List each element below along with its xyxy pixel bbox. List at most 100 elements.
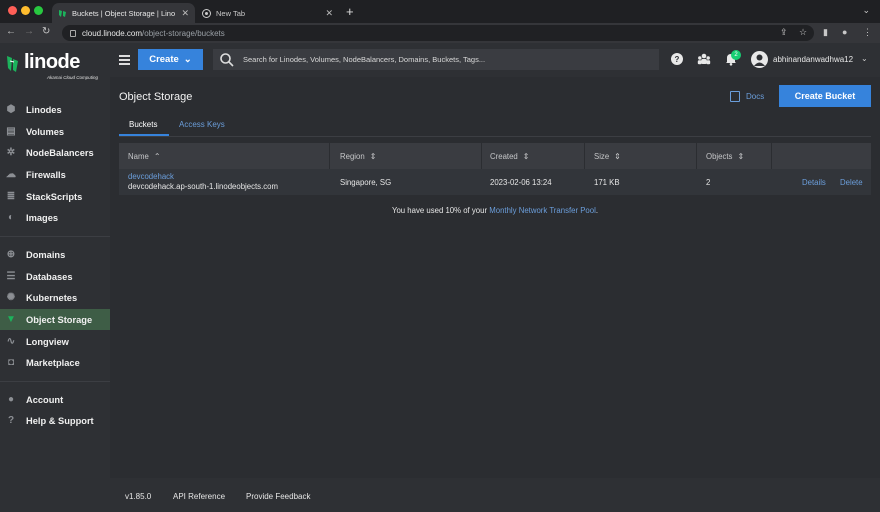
browser-tab-bar: Buckets | Object Storage | Lino ✕ New Ta… [0,0,880,23]
column-header-created[interactable]: Created ⇕ [490,143,529,169]
chevron-down-icon[interactable]: ⌄ [861,54,868,63]
database-icon: ☰ [6,271,16,282]
column-header-objects[interactable]: Objects ⇕ [706,143,744,169]
search-placeholder: Search for Linodes, Volumes, NodeBalance… [243,55,486,64]
sidebar-item-kubernetes[interactable]: ✺ Kubernetes [0,287,110,308]
column-divider [481,143,482,169]
tabs: Buckets Access Keys [119,115,871,137]
table-header: Name ⌃ Region ⇕ Created ⇕ Size ⇕ Objects ⇕ [119,143,871,169]
column-header-name[interactable]: Name ⌃ [128,143,160,169]
kubernetes-icon: ✺ [6,292,16,303]
search-icon [220,52,234,67]
svg-text:?: ? [675,55,680,64]
bucket-objects: 2 [706,177,711,187]
server-icon: ⬢ [6,104,16,115]
active-tab-indicator [119,134,169,136]
username[interactable]: abhinandanwadhwa12 [773,55,853,64]
forward-icon[interactable]: → [24,26,34,37]
details-button[interactable]: Details [802,169,826,195]
sort-icon: ⇕ [614,151,621,161]
nodebalancer-icon: ✲ [6,147,16,158]
tab-buckets[interactable]: Buckets [129,120,157,129]
footer: v1.85.0 API Reference Provide Feedback [110,478,880,512]
create-button[interactable]: Create ⌄ [138,49,203,70]
column-header-region[interactable]: Region ⇕ [340,143,376,169]
sort-icon: ⇕ [737,151,744,161]
bucket-region: Singapore, SG [340,177,392,187]
user-avatar-icon [754,54,765,66]
api-reference-link[interactable]: API Reference [173,492,225,501]
share-icon[interactable]: ⇪ [780,27,788,38]
chrome-favicon-icon [202,8,211,18]
column-header-size[interactable]: Size ⇕ [594,143,621,169]
close-window-button[interactable] [8,6,17,15]
linode-logo[interactable]: linode Akamai Cloud Computing [6,51,106,81]
pulse-icon: ∿ [6,336,16,347]
new-tab-icon[interactable]: + [346,4,354,19]
tab-title: New Tab [216,8,246,18]
bag-icon: ◘ [7,357,15,368]
star-icon[interactable]: ☆ [799,27,807,38]
logo-subtitle: Akamai Cloud Computing [47,75,99,80]
sidebar-item-firewalls[interactable]: ☁ Firewalls [0,164,110,185]
sidebar-divider [0,381,110,382]
help-icon[interactable]: ? [670,52,684,66]
browser-tab-new[interactable]: New Tab ✕ [196,3,339,23]
logo-wordmark: linode [24,51,80,73]
bucket-name-link[interactable]: devcodehack [128,172,174,181]
delete-button[interactable]: Delete [840,169,863,195]
sidebar-item-databases[interactable]: ☰ Databases [0,266,110,287]
create-bucket-button[interactable]: Create Bucket [779,85,871,107]
profile-icon[interactable]: ● [842,27,847,37]
chevron-down-icon[interactable]: ⌄ [862,5,870,16]
linode-favicon-icon [58,9,67,18]
sidebar-item-account[interactable]: ● Account [0,389,110,410]
image-icon: ◐ [7,212,15,223]
url-host: cloud.linode.com [82,28,143,38]
bucket-created: 2023-02-06 13:24 [490,177,552,187]
url-input[interactable]: cloud.linode.com/object-storage/buckets [62,25,814,41]
chevron-down-icon: ⌄ [183,54,192,65]
sort-icon: ⇕ [369,151,377,161]
linode-logo-icon [7,56,18,72]
sidebar-item-object-storage[interactable]: ▼ Object Storage [0,309,110,330]
close-icon[interactable]: ✕ [181,8,189,19]
sort-icon: ⇕ [522,151,530,161]
sidebar-item-help[interactable]: ? Help & Support [0,410,110,431]
main-content: Object Storage Docs Create Bucket Bucket… [110,77,880,478]
search-input[interactable]: Search for Linodes, Volumes, NodeBalance… [213,49,659,70]
sidebar-item-nodebalancers[interactable]: ✲ NodeBalancers [0,142,110,163]
sidebar: linode Akamai Cloud Computing ⬢ Linodes ▤… [0,43,110,512]
reload-icon[interactable]: ↻ [42,26,50,37]
community-icon[interactable] [697,52,711,66]
sidepanel-icon[interactable]: ▮ [823,27,828,38]
provide-feedback-link[interactable]: Provide Feedback [246,492,310,501]
version-link[interactable]: v1.85.0 [125,492,151,501]
tab-title: Buckets | Object Storage | Lino [72,8,176,18]
sidebar-item-images[interactable]: ◐ Images [0,207,110,228]
table-row[interactable]: devcodehack devcodehack.ap-south-1.linod… [119,169,871,195]
column-divider [696,143,697,169]
minimize-window-button[interactable] [21,6,30,15]
avatar[interactable] [751,51,768,68]
menu-icon[interactable] [119,55,130,65]
sort-ascending-icon: ⌃ [153,151,161,161]
more-icon[interactable]: ⋮ [863,27,872,38]
bucket-icon: ▼ [6,314,16,325]
maximize-window-button[interactable] [34,6,43,15]
notification-badge: 2 [731,50,741,60]
docs-link[interactable]: Docs [730,91,764,102]
tab-access-keys[interactable]: Access Keys [179,120,225,129]
sidebar-item-linodes[interactable]: ⬢ Linodes [0,99,110,120]
sidebar-item-volumes[interactable]: ▤ Volumes [0,121,110,142]
sidebar-item-marketplace[interactable]: ◘ Marketplace [0,352,110,373]
browser-tab-buckets[interactable]: Buckets | Object Storage | Lino ✕ [52,3,195,23]
sidebar-item-domains[interactable]: ⊕ Domains [0,244,110,265]
column-divider [771,143,772,169]
sidebar-item-longview[interactable]: ∿ Longview [0,331,110,352]
page-title: Object Storage [119,91,193,103]
back-icon[interactable]: ← [6,26,16,37]
close-icon[interactable]: ✕ [325,8,333,19]
transfer-pool-link[interactable]: Monthly Network Transfer Pool [489,206,596,215]
sidebar-item-stackscripts[interactable]: ≣ StackScripts [0,186,110,207]
